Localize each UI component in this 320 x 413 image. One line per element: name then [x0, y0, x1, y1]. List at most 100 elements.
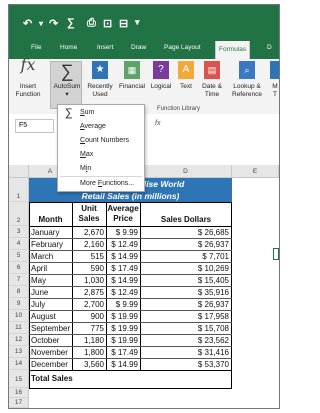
cell-average-price[interactable]: $ 19.99: [106, 311, 140, 322]
print-icon[interactable]: ⎙: [87, 17, 96, 30]
cell-month[interactable]: October: [31, 335, 72, 346]
name-box[interactable]: F5: [15, 119, 54, 133]
customize-toolbar-icon[interactable]: ▾: [135, 17, 140, 28]
header-unit-sales[interactable]: Unit Sales: [72, 204, 106, 224]
cell-average-price[interactable]: $ 9.99: [106, 227, 140, 238]
cell-average-price[interactable]: $ 12.49: [106, 239, 140, 250]
tab-home[interactable]: Home: [60, 44, 77, 51]
cell-sales-dollars[interactable]: $ 26,937: [140, 299, 231, 310]
cell-sales-dollars[interactable]: $ 26,685: [140, 227, 231, 238]
menu-item-average[interactable]: Average: [58, 120, 144, 134]
menu-item-more-functions[interactable]: More Functions...: [58, 177, 144, 191]
cell-average-price[interactable]: $ 17.49: [106, 263, 140, 274]
cell-unit-sales[interactable]: 1,180: [72, 335, 106, 346]
tab-formulas[interactable]: Formulas: [215, 41, 251, 59]
cell-month[interactable]: May: [31, 275, 72, 286]
cell-average-price[interactable]: $ 19.99: [106, 323, 140, 334]
tab-page-layout[interactable]: Page Layout: [164, 44, 201, 51]
math-trig-button[interactable]: M T: [269, 61, 279, 99]
financial-button[interactable]: ▦ Financial: [117, 61, 147, 91]
cell-sales-dollars[interactable]: $ 7,701: [140, 251, 231, 262]
cell-sales-dollars[interactable]: $ 26,937: [140, 239, 231, 250]
cell-month[interactable]: March: [31, 251, 72, 262]
cell-sales-dollars[interactable]: $ 15,708: [140, 323, 231, 334]
cell-unit-sales[interactable]: 1,030: [72, 275, 106, 286]
menu-item-max[interactable]: Max: [58, 148, 144, 162]
total-sales-label[interactable]: Total Sales: [31, 374, 91, 383]
header-month[interactable]: Month: [29, 215, 72, 224]
save-icon[interactable]: ⊟: [119, 17, 128, 30]
cell-average-price[interactable]: $ 9.99: [106, 299, 140, 310]
tab-draw[interactable]: Draw: [131, 44, 146, 51]
recently-used-button[interactable]: ★ Recently Used: [85, 61, 115, 99]
cell-unit-sales[interactable]: 900: [72, 311, 106, 322]
cell-unit-sales[interactable]: 775: [72, 323, 106, 334]
row-header-14[interactable]: 14: [9, 358, 29, 370]
lookup-reference-button[interactable]: ⌕ Lookup & Reference: [229, 61, 265, 99]
select-all-corner[interactable]: [9, 165, 29, 178]
menu-item-min[interactable]: Min: [58, 162, 144, 176]
cell-month[interactable]: April: [31, 263, 72, 274]
row-header-10[interactable]: 10: [9, 310, 29, 322]
cell-unit-sales[interactable]: 2,700: [72, 299, 106, 310]
row-header-7[interactable]: 7: [9, 274, 29, 286]
cell-average-price[interactable]: $ 14.99: [106, 275, 140, 286]
date-time-button[interactable]: ▤ Date & Time: [199, 61, 225, 99]
cell-unit-sales[interactable]: 590: [72, 263, 106, 274]
row-header-11[interactable]: 11: [9, 322, 29, 334]
cell-unit-sales[interactable]: 2,875: [72, 287, 106, 298]
cell-sales-dollars[interactable]: $ 23,562: [140, 335, 231, 346]
dropdown-icon[interactable]: ▾: [39, 19, 43, 28]
row-header-9[interactable]: 9: [9, 298, 29, 310]
row-header-17[interactable]: 17: [9, 398, 29, 408]
cell-average-price[interactable]: $ 14.99: [106, 359, 140, 370]
row-header-13[interactable]: 13: [9, 346, 29, 358]
autosum-quick-icon[interactable]: ∑: [67, 17, 75, 29]
tab-insert[interactable]: Insert: [97, 44, 113, 51]
header-sales-dollars[interactable]: Sales Dollars: [140, 215, 232, 224]
autosum-button[interactable]: ∑ AutoSum ▾: [50, 61, 82, 109]
cell-average-price[interactable]: $ 14.99: [106, 251, 140, 262]
cell-sales-dollars[interactable]: $ 15,405: [140, 275, 231, 286]
cell-unit-sales[interactable]: 1,800: [72, 347, 106, 358]
menu-item-sum[interactable]: ∑ Sum: [58, 106, 144, 120]
row-header-6[interactable]: 6: [9, 262, 29, 274]
cell-average-price[interactable]: $ 12.49: [106, 287, 140, 298]
preview-icon[interactable]: ⊡: [103, 17, 112, 30]
row-header-16[interactable]: 16: [9, 388, 29, 398]
cell-unit-sales[interactable]: 2,160: [72, 239, 106, 250]
cell-month[interactable]: September: [31, 323, 72, 334]
row-header-4[interactable]: 4: [9, 238, 29, 250]
menu-item-count-numbers[interactable]: Count Numbers: [58, 134, 144, 148]
cell-month[interactable]: February: [31, 239, 72, 250]
cell-month[interactable]: July: [31, 299, 72, 310]
tab-data[interactable]: D: [267, 44, 272, 51]
cell-unit-sales[interactable]: 2,670: [72, 227, 106, 238]
cell-sales-dollars[interactable]: $ 10,269: [140, 263, 231, 274]
row-header-5[interactable]: 5: [9, 250, 29, 262]
redo-icon[interactable]: ↷: [49, 17, 58, 30]
row-header-12[interactable]: 12: [9, 334, 29, 346]
cell-sales-dollars[interactable]: $ 31,416: [140, 347, 231, 358]
cell-average-price[interactable]: $ 19.99: [106, 335, 140, 346]
cell-month[interactable]: November: [31, 347, 72, 358]
logical-button[interactable]: ? Logical: [149, 61, 173, 91]
cell-month[interactable]: January: [31, 227, 72, 238]
header-average-price[interactable]: Average Price: [106, 204, 140, 224]
cell-average-price[interactable]: $ 17.49: [106, 347, 140, 358]
cell-month[interactable]: June: [31, 287, 72, 298]
cell-unit-sales[interactable]: 3,560: [72, 359, 106, 370]
insert-function-button[interactable]: fx Insert Function: [13, 57, 43, 99]
column-header-d[interactable]: D: [140, 165, 232, 178]
tab-file[interactable]: File: [31, 44, 41, 51]
row-header-2[interactable]: 2: [9, 202, 29, 226]
cell-month[interactable]: August: [31, 311, 72, 322]
column-header-e[interactable]: E: [232, 165, 279, 178]
cell-month[interactable]: December: [31, 359, 72, 370]
row-header-15[interactable]: 15: [9, 370, 29, 388]
cell-sales-dollars[interactable]: $ 17,958: [140, 311, 231, 322]
active-cell-marker[interactable]: [273, 248, 279, 260]
row-header-3[interactable]: 3: [9, 226, 29, 238]
row-header-1[interactable]: 1: [9, 178, 29, 202]
cell-unit-sales[interactable]: 515: [72, 251, 106, 262]
